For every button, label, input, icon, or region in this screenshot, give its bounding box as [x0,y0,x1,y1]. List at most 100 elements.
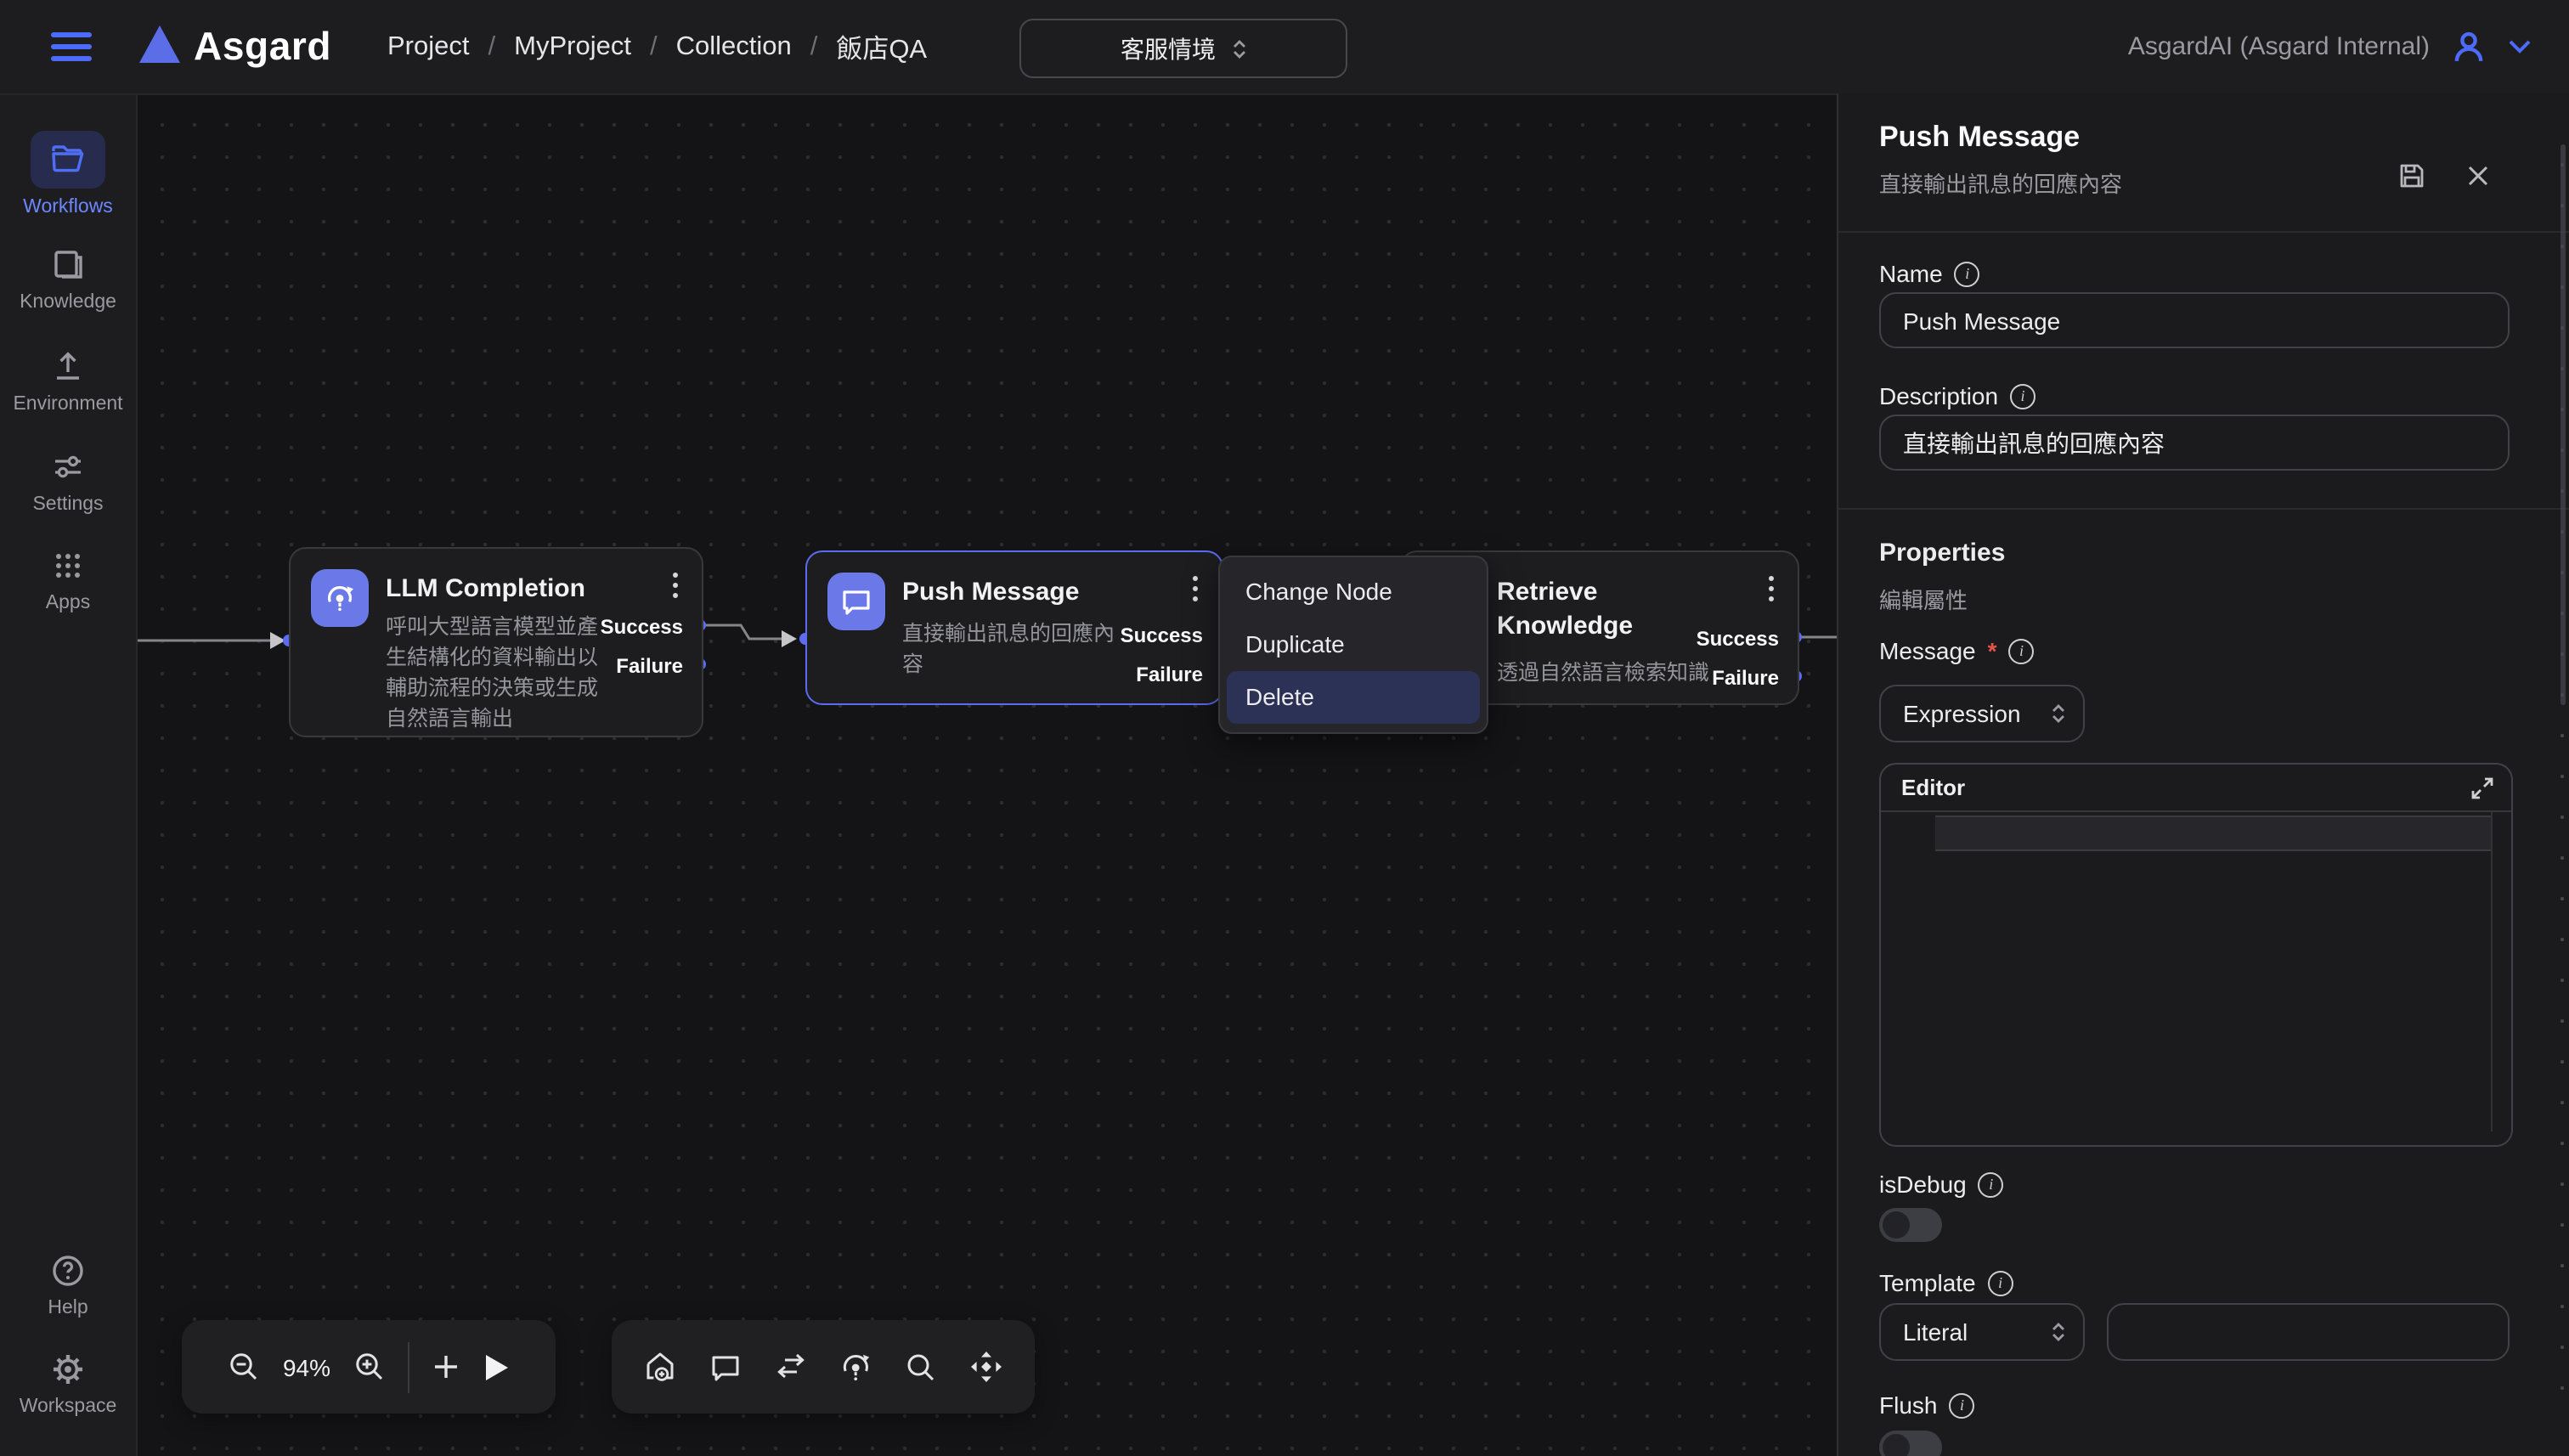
node-menu-kebab-icon[interactable] [1189,573,1201,605]
node-description: 呼叫大型語言模型並產生結構化的資料輸出以輔助流程的決策或生成自然語言輸出 [386,612,610,734]
zoom-level: 94% [283,1353,330,1380]
info-icon[interactable]: i [1988,1270,2013,1295]
info-icon[interactable]: i [2009,638,2035,663]
help-circle-icon [49,1252,87,1290]
info-icon[interactable]: i [1979,1171,2004,1197]
output-port-failure[interactable]: Failure [1136,663,1203,686]
sidebar-item-label: Workspace [20,1397,117,1417]
workflow-canvas[interactable]: LLM Completion 呼叫大型語言模型並產生結構化的資料輸出以輔助流程的… [136,93,1838,1456]
user-avatar-icon[interactable] [2450,28,2487,65]
name-field-label: Namei [1879,260,1980,287]
comment-bubble-icon[interactable] [708,1350,742,1384]
template-field-label: Templatei [1879,1269,2013,1296]
flush-field-label: Flushi [1879,1391,1974,1419]
properties-section-subtitle: 編輯屬性 [1879,583,1968,615]
sidebar-item-label: Help [48,1298,88,1318]
output-port-success[interactable]: Success [601,615,683,639]
node-detail-panel: Push Message 直接輸出訊息的回應內容 Namei Descripti… [1837,93,2569,1456]
output-port-success[interactable]: Success [1697,627,1779,651]
top-navbar: Asgard Project / MyProject / Collection … [0,0,2569,95]
message-field-label: Message*i [1879,637,2035,664]
breadcrumb-project[interactable]: Project [387,31,470,62]
breadcrumb-separator: / [650,31,658,62]
folder-icon [49,141,87,178]
environment-selector-label: 客服情境 [1121,31,1216,65]
breadcrumb-separator: / [488,31,496,62]
info-icon[interactable]: i [1955,261,1980,286]
node-menu-kebab-icon[interactable] [669,569,681,601]
account-chevron-down-icon[interactable] [2508,39,2532,54]
node-title: Push Message [902,576,1079,611]
asgard-logo-icon [139,25,180,63]
message-type-select[interactable]: Expression [1879,685,2085,742]
save-icon[interactable] [2397,161,2426,190]
node-llm-completion[interactable]: LLM Completion 呼叫大型語言模型並產生結構化的資料輸出以輔助流程的… [289,547,703,737]
description-field-label: Descriptioni [1879,382,2035,409]
node-push-message[interactable]: Push Message 直接輸出訊息的回應內容 Success Failure [805,550,1223,705]
sidebar-item-label: Environment [13,394,122,415]
zoom-toolbar: 94% [182,1320,556,1414]
flush-toggle[interactable] [1879,1431,1942,1456]
node-title: LLM Completion [386,573,585,607]
add-home-node-icon[interactable] [642,1349,678,1385]
template-type-select[interactable]: Literal [1879,1303,2085,1361]
panel-scrollbar[interactable] [2561,144,2566,705]
breadcrumb-collection[interactable]: Collection [676,31,792,62]
sidebar-item-help[interactable]: Help [0,1252,136,1318]
output-port-failure[interactable]: Failure [616,654,683,678]
panel-subtitle: 直接輸出訊息的回應內容 [1879,166,2122,199]
node-title: Retrieve Knowledge [1497,576,1687,645]
context-menu-delete[interactable]: Delete [1227,671,1480,724]
hamburger-menu-icon[interactable] [51,32,92,61]
breadcrumb: Project / MyProject / Collection / 飯店QA [387,0,927,93]
search-tool-icon[interactable] [904,1350,938,1384]
expression-editor: Editor 1 (() => { 2 // return the result… [1879,763,2513,1147]
sidebar-item-apps[interactable]: Apps [0,547,136,613]
context-menu-change-node[interactable]: Change Node [1220,566,1487,618]
edge-layer [136,93,1838,1456]
panel-title: Push Message [1879,121,2080,155]
sliders-icon [49,449,87,486]
gear-icon [49,1351,87,1388]
code-area[interactable]: 1 (() => { 2 // return the result of the… [1881,812,2511,1145]
sidebar-item-workspace[interactable]: Workspace [0,1351,136,1417]
swap-arrows-icon[interactable] [772,1349,808,1385]
isdebug-field-label: isDebugi [1879,1171,2004,1198]
select-chevrons-icon [1231,38,1246,59]
add-node-icon[interactable] [431,1352,460,1381]
node-menu-kebab-icon[interactable] [1765,573,1777,605]
name-input[interactable] [1879,292,2510,348]
llm-tool-icon[interactable] [838,1349,874,1385]
llm-refresh-bulb-icon [311,569,369,627]
run-workflow-icon[interactable] [482,1352,509,1382]
canvas-tools-toolbar [612,1320,1035,1414]
app-logo-text: Asgard [194,24,331,70]
sidebar-item-label: Workflows [23,197,113,217]
editor-title: Editor [1901,775,1965,800]
zoom-in-icon[interactable] [353,1351,385,1383]
description-input[interactable] [1879,415,2510,471]
breadcrumb-myproject[interactable]: MyProject [514,31,631,62]
context-menu-duplicate[interactable]: Duplicate [1220,618,1487,671]
pan-move-icon[interactable] [968,1349,1004,1385]
output-port-failure[interactable]: Failure [1712,666,1779,690]
properties-section-title: Properties [1879,539,2005,567]
upload-icon [49,348,87,386]
template-value-input[interactable] [2107,1303,2510,1361]
breadcrumb-workflow[interactable]: 飯店QA [836,28,927,65]
environment-selector[interactable]: 客服情境 [1019,19,1347,78]
sidebar-item-knowledge[interactable]: Knowledge [0,246,136,313]
sidebar-item-environment[interactable]: Environment [0,348,136,415]
expand-editor-icon[interactable] [2470,776,2494,799]
book-icon [49,246,87,284]
close-icon[interactable] [2465,163,2491,189]
select-chevrons-icon [2051,1322,2066,1342]
sidebar-item-settings[interactable]: Settings [0,449,136,515]
output-port-success[interactable]: Success [1121,624,1203,647]
sidebar-item-workflows[interactable]: Workflows [0,131,136,217]
isdebug-toggle[interactable] [1879,1208,1942,1242]
info-icon[interactable]: i [1949,1392,1974,1418]
info-icon[interactable]: i [2010,383,2035,409]
zoom-out-icon[interactable] [229,1351,261,1383]
account-label: AsgardAI (Asgard Internal) [2128,32,2430,61]
